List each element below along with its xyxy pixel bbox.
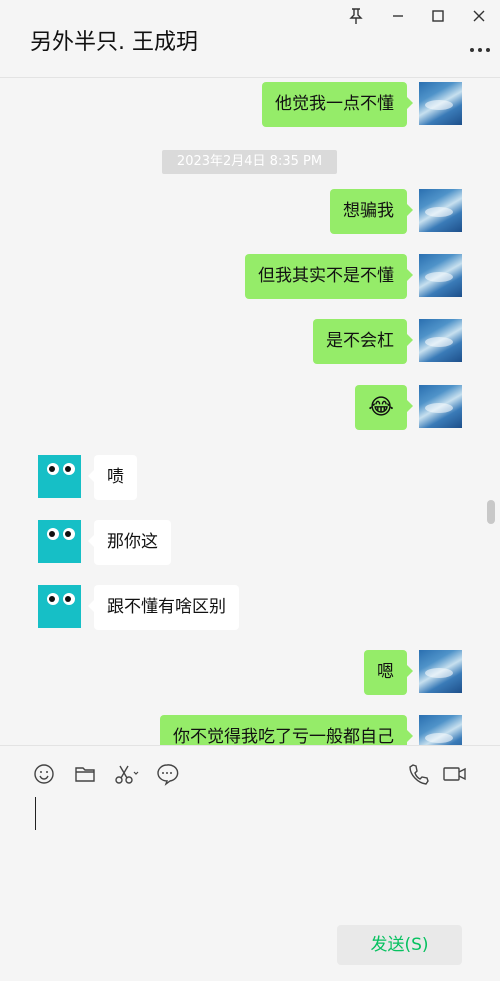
my-avatar[interactable] [419, 650, 462, 693]
message-bubble[interactable]: 啧 [88, 455, 137, 500]
scissors-icon[interactable] [113, 762, 141, 786]
input-area: 发送(S) [0, 745, 500, 981]
send-button[interactable]: 发送(S) [337, 925, 462, 965]
video-icon[interactable] [442, 762, 468, 786]
phone-icon[interactable] [407, 762, 431, 786]
my-avatar[interactable] [419, 715, 462, 745]
scrollbar-thumb[interactable] [487, 500, 495, 524]
minimize-icon[interactable] [386, 4, 410, 28]
message-bubble[interactable]: 你不觉得我吃了亏一般都自己 [160, 715, 413, 745]
timestamp: 2023年2月4日 8:35 PM [162, 150, 337, 174]
message-bubble[interactable]: 想骗我 [330, 189, 413, 234]
my-avatar[interactable] [419, 385, 462, 428]
title-bar: 另外半只. 王成玥 [0, 0, 500, 78]
chat-history-icon[interactable] [155, 762, 179, 786]
message-input[interactable] [35, 797, 36, 830]
contact-avatar[interactable] [38, 455, 81, 498]
maximize-icon[interactable] [426, 4, 450, 28]
close-icon[interactable] [467, 4, 491, 28]
contact-avatar[interactable] [38, 585, 81, 628]
message-bubble[interactable]: 是不会杠 [313, 319, 413, 364]
folder-icon[interactable] [73, 762, 97, 786]
chat-title: 另外半只. 王成玥 [30, 30, 198, 55]
message-bubble[interactable]: 但我其实不是不懂 [245, 254, 413, 299]
my-avatar[interactable] [419, 82, 462, 125]
contact-avatar[interactable] [38, 520, 81, 563]
emoji-icon[interactable] [32, 762, 56, 786]
chat-history[interactable]: 他觉我一点不懂 2023年2月4日 8:35 PM 想骗我 但我其实不是不懂 是… [0, 78, 500, 745]
my-avatar[interactable] [419, 254, 462, 297]
emoji-message-bubble[interactable]: 😂 [355, 385, 413, 430]
my-avatar[interactable] [419, 189, 462, 232]
pin-icon[interactable] [344, 4, 368, 28]
my-avatar[interactable] [419, 319, 462, 362]
message-bubble[interactable]: 那你这 [88, 520, 171, 565]
message-bubble[interactable]: 嗯 [364, 650, 413, 695]
message-bubble[interactable]: 跟不懂有啥区别 [88, 585, 239, 630]
more-icon[interactable] [470, 46, 490, 54]
message-bubble[interactable]: 他觉我一点不懂 [262, 82, 413, 127]
